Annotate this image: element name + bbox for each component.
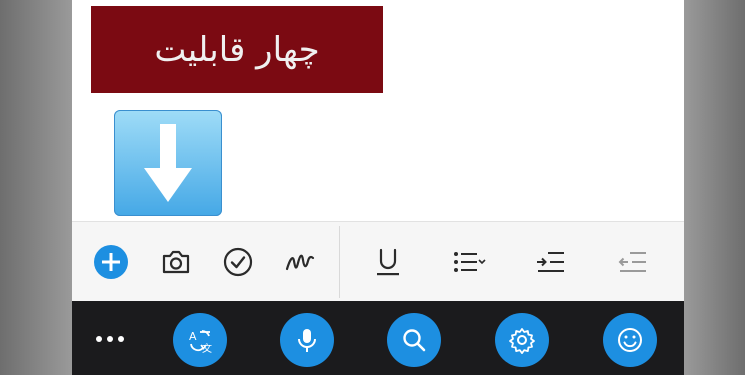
title-banner: چهار قابلیت (91, 6, 383, 93)
outdent-button[interactable] (611, 240, 655, 284)
emoji-button[interactable] (603, 313, 657, 367)
outdent-icon (618, 252, 646, 272)
microphone-icon (298, 329, 316, 352)
camera-button[interactable] (154, 240, 198, 284)
checklist-button[interactable] (216, 240, 260, 284)
translate-icon: A 文 (189, 330, 212, 355)
camera-icon (162, 250, 190, 274)
phone-screen: چهار قابلیت A 文 (72, 0, 684, 375)
add-button[interactable] (89, 240, 133, 284)
add-icon (94, 245, 128, 279)
svg-text:文: 文 (202, 342, 212, 355)
indent-icon (537, 252, 564, 272)
down-arrow-icon (114, 110, 222, 216)
bullet-list-icon (454, 252, 486, 272)
settings-button[interactable] (495, 313, 549, 367)
microphone-button[interactable] (280, 313, 334, 367)
draw-button[interactable] (278, 240, 322, 284)
search-button[interactable] (387, 313, 441, 367)
emoji-icon (618, 328, 642, 352)
settings-gear-icon (509, 328, 535, 354)
indent-button[interactable] (529, 240, 573, 284)
toolbar-divider (339, 226, 340, 298)
keyboard-bottom-bar: A 文 (72, 301, 684, 375)
scribble-icon (285, 254, 315, 271)
svg-text:A: A (189, 330, 197, 343)
translate-button[interactable]: A 文 (173, 313, 227, 367)
banner-title: چهار قابلیت (154, 29, 320, 70)
left-backdrop (0, 0, 72, 375)
right-backdrop (684, 0, 745, 375)
underline-icon (377, 248, 399, 276)
bullet-list-button[interactable] (447, 240, 491, 284)
more-icon (96, 336, 124, 342)
underline-button[interactable] (366, 240, 410, 284)
more-button[interactable] (92, 327, 128, 351)
search-icon (403, 329, 426, 352)
format-toolbar (72, 221, 684, 302)
checkmark-circle-icon (223, 247, 253, 277)
